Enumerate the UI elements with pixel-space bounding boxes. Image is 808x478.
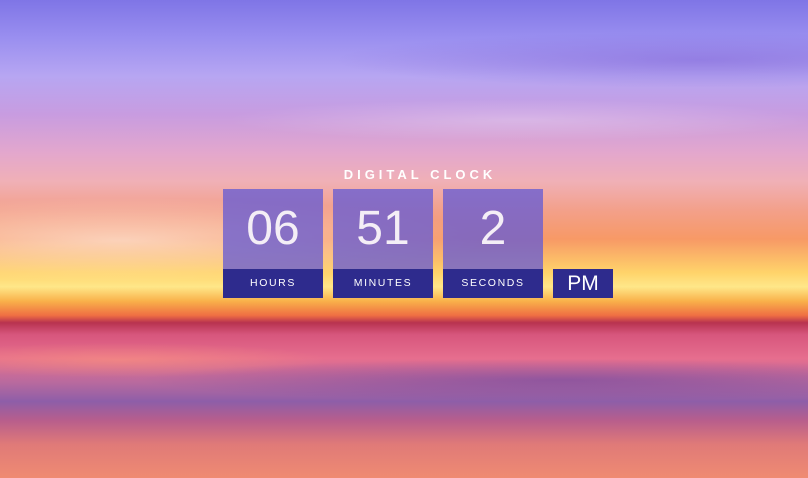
minutes-label: MINUTES — [333, 269, 433, 298]
seconds-unit: 2 SECONDS — [443, 189, 543, 298]
hours-label: HOURS — [223, 269, 323, 298]
minutes-unit: 51 MINUTES — [333, 189, 433, 298]
minutes-value: 51 — [333, 189, 433, 269]
hours-value: 06 — [223, 189, 323, 269]
seconds-value: 2 — [443, 189, 543, 269]
digital-clock: 06 HOURS 51 MINUTES 2 SECONDS PM — [223, 189, 613, 298]
am-pm-indicator: PM — [553, 269, 613, 298]
hours-unit: 06 HOURS — [223, 189, 323, 298]
seconds-label: SECONDS — [443, 269, 543, 298]
clock-title: DIGITAL CLOCK — [343, 167, 497, 182]
